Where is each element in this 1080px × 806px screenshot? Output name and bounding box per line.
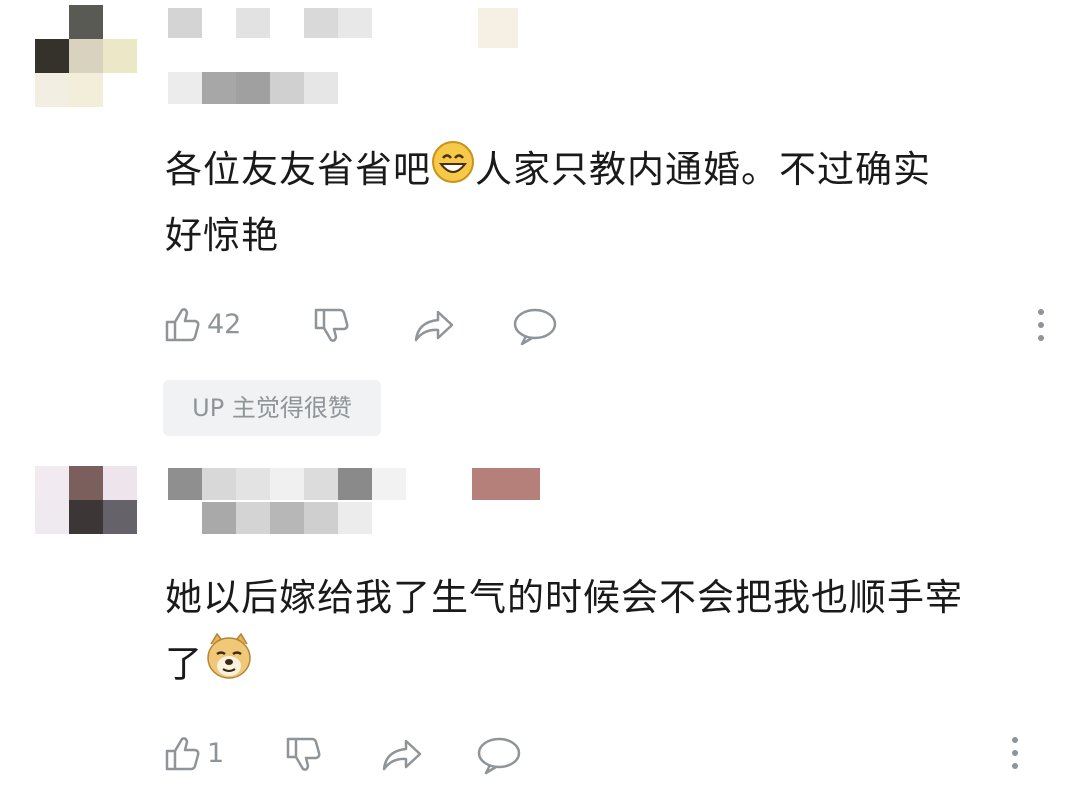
level-badge-redacted [472,468,540,500]
like-count: 1 [207,737,225,769]
share-button[interactable] [412,306,456,346]
like-button[interactable]: 42 [163,304,241,344]
thumbs-up-icon [165,308,200,342]
avatar[interactable] [35,5,137,107]
share-icon [414,310,454,342]
up-liked-badge: UP 主觉得很赞 [163,380,381,436]
grinning-face-emoji [431,140,475,204]
more-options-icon[interactable] [1038,309,1046,348]
username-redacted[interactable] [168,8,372,38]
dislike-button[interactable] [312,306,352,346]
level-badge-redacted [478,8,518,48]
more-options-icon[interactable] [1012,737,1020,776]
reply-button[interactable] [476,735,522,775]
like-button[interactable]: 1 [163,733,224,773]
comment-bubble-icon [513,308,557,346]
comment-text: 各位友友省省吧 人家只教内通婚。不过确实 好惊艳 [165,138,1045,268]
avatar[interactable] [35,466,137,534]
thumbs-down-icon [314,308,349,342]
timestamp-redacted [168,502,372,534]
thumbs-up-icon [165,737,200,771]
comment-bubble-icon [477,737,521,775]
doge-emoji [203,630,255,702]
share-icon [382,739,422,771]
reply-button[interactable] [512,306,558,346]
thumbs-down-icon [286,737,321,771]
dislike-button[interactable] [284,735,324,775]
like-count: 42 [207,308,242,340]
username-redacted[interactable] [168,468,406,500]
timestamp-redacted [168,72,338,104]
share-button[interactable] [380,735,424,775]
comment-text: 她以后嫁给我了生气的时候会不会把我也顺手宰 了 [165,566,1055,702]
